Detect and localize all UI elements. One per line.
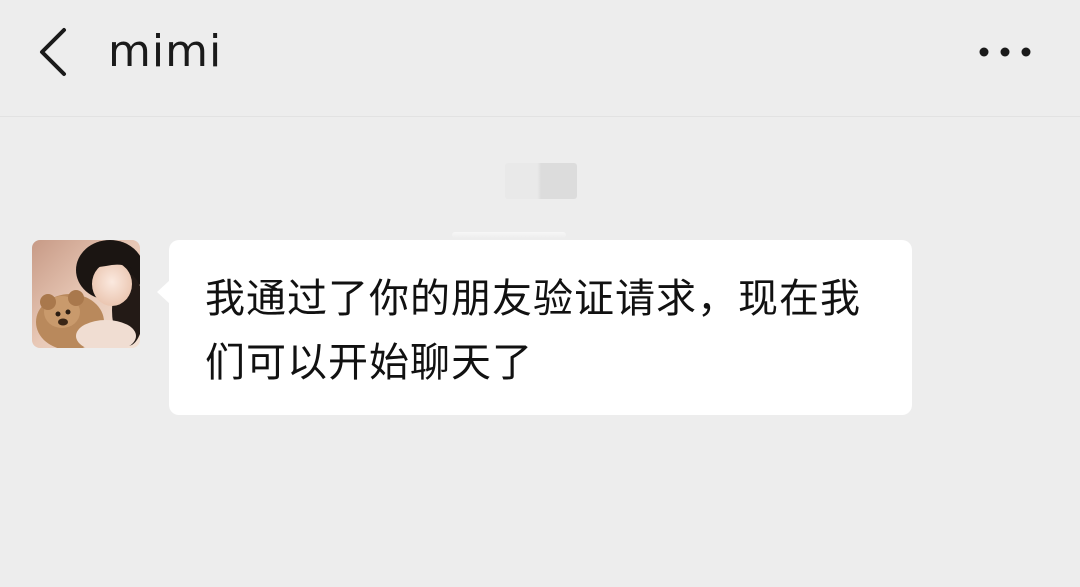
message-timestamp	[505, 163, 577, 199]
chevron-left-icon	[40, 28, 66, 76]
avatar[interactable]	[32, 240, 140, 348]
more-horizontal-icon	[979, 47, 1031, 57]
avatar-image	[32, 240, 140, 348]
back-button[interactable]	[30, 22, 80, 82]
more-options-button[interactable]	[972, 32, 1042, 72]
message-text: 我通过了你的朋友验证请求，现在我们可以开始聊天了	[205, 276, 861, 386]
bubble-tail	[157, 280, 170, 304]
divider	[452, 232, 566, 238]
message-bubble[interactable]: 我通过了你的朋友验证请求，现在我们可以开始聊天了	[157, 240, 912, 415]
chat-title: mimi	[108, 26, 223, 77]
chat-header: mimi	[0, 0, 1080, 117]
